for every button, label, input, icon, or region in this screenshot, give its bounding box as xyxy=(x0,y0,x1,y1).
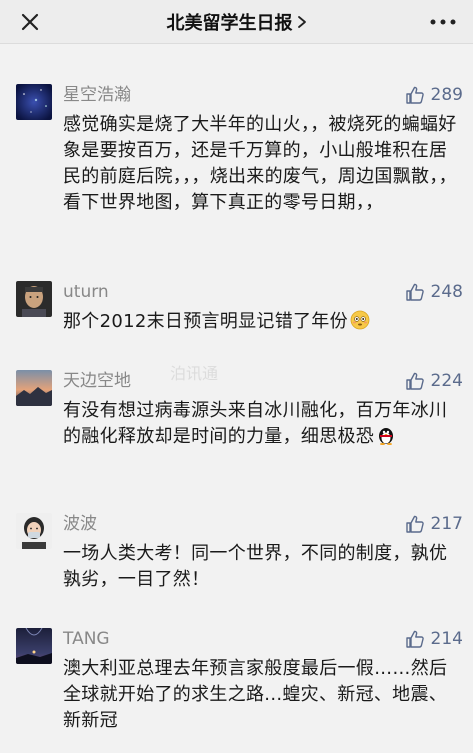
comment-nickname: TANG xyxy=(63,629,110,649)
account-title-link[interactable]: 北美留学生日报 xyxy=(167,9,307,35)
like-button[interactable]: 224 xyxy=(405,370,463,392)
like-button[interactable]: 214 xyxy=(405,628,463,650)
comment-nickname: 波波 xyxy=(63,514,97,534)
avatar[interactable] xyxy=(16,281,52,317)
comment-text: 那个2012末日预言明显记错了年份 xyxy=(63,311,348,332)
close-icon xyxy=(21,13,39,31)
comment-nickname: 星空浩瀚 xyxy=(63,85,131,105)
like-count: 214 xyxy=(430,629,463,649)
thumbs-up-icon xyxy=(405,283,424,301)
thumbs-up-icon xyxy=(405,86,424,104)
comment-nickname: uturn xyxy=(63,282,109,302)
like-button[interactable]: 289 xyxy=(405,84,463,106)
like-count: 217 xyxy=(430,514,463,534)
flushed-face-emoji xyxy=(350,310,370,330)
avatar[interactable] xyxy=(16,370,52,406)
more-options-button[interactable] xyxy=(427,10,459,34)
close-button[interactable] xyxy=(16,8,44,36)
like-count: 224 xyxy=(430,371,463,391)
penguin-emoji xyxy=(379,428,394,445)
thumbs-up-icon xyxy=(405,372,424,390)
comment-text: 澳大利亚总理去年预言家般度最后一假……然后全球就开始了的求生之路...蝗灾、新冠… xyxy=(63,658,448,731)
thumbs-up-icon xyxy=(405,630,424,648)
avatar[interactable] xyxy=(16,513,52,549)
chevron-right-icon xyxy=(297,16,306,28)
watermark: 泊讯通 xyxy=(170,364,219,383)
like-count: 289 xyxy=(430,85,463,105)
comment-text-wrapper: 那个2012末日预言明显记错了年份 xyxy=(63,309,460,335)
like-button[interactable]: 248 xyxy=(405,281,463,303)
comment-nickname: 天边空地 xyxy=(63,371,131,391)
avatar[interactable] xyxy=(16,84,52,120)
account-title: 北美留学生日报 xyxy=(166,13,293,34)
comment-text-wrapper: 有没有想过病毒源头来自冰川融化，百万年冰川的融化释放却是时间的力量，细思极恐 xyxy=(63,398,460,450)
top-navigation-bar: 北美留学生日报 xyxy=(0,0,473,44)
comment-text: 感觉确实是烧了大半年的山火，，被烧死的蝙蝠好象是要按百万，还是千万算的，小山般堆… xyxy=(63,114,457,213)
comment-text: 一场人类大考！同一个世界，不同的制度，孰优孰劣，一目了然！ xyxy=(63,543,448,590)
avatar[interactable] xyxy=(16,628,52,664)
like-button[interactable]: 217 xyxy=(405,513,463,535)
like-count: 248 xyxy=(430,282,463,302)
app-window: 北美留学生日报 星空浩瀚 289 感觉确实是烧了大半年的山火，，被烧死的蝙蝠好象… xyxy=(0,0,473,753)
more-dots-icon xyxy=(430,19,456,25)
thumbs-up-icon xyxy=(405,515,424,533)
